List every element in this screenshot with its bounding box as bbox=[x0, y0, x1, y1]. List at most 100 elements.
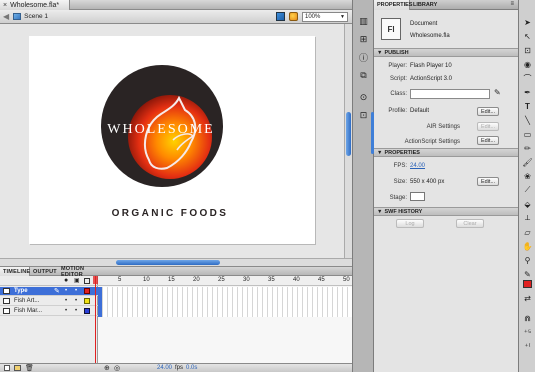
properties-section-header[interactable]: ▼ PROPERTIES bbox=[374, 148, 518, 157]
eraser-tool-icon[interactable]: ▱ bbox=[521, 226, 534, 238]
visibility-dot[interactable]: • bbox=[65, 308, 67, 314]
new-folder-icon[interactable] bbox=[14, 365, 21, 371]
tab-motion-editor[interactable]: MOTION EDITOR bbox=[58, 266, 106, 278]
keyframe[interactable] bbox=[98, 287, 102, 317]
info-icon[interactable]: ⓘ bbox=[358, 52, 369, 63]
scene-label[interactable]: Scene 1 bbox=[24, 13, 48, 20]
delete-layer-icon[interactable]: 🗑 bbox=[25, 364, 34, 372]
logo-tagline: ORGANIC FOODS bbox=[112, 208, 229, 219]
line-tool-icon[interactable]: ╲ bbox=[521, 114, 534, 126]
stage-color-swatch[interactable] bbox=[410, 192, 425, 201]
eyedropper-tool-icon[interactable]: ⟂ bbox=[521, 212, 534, 224]
horizontal-scroll-thumb[interactable] bbox=[116, 260, 220, 265]
fps-readout[interactable]: 24.00 bbox=[157, 365, 172, 371]
text-tool-icon[interactable]: T bbox=[521, 100, 534, 112]
stage[interactable]: WHOLESOME ORGANIC FOODS bbox=[29, 36, 315, 244]
class-input[interactable] bbox=[410, 89, 490, 99]
wholesome-logo[interactable]: WHOLESOME ORGANIC FOODS bbox=[29, 36, 315, 244]
vertical-scroll-thumb[interactable] bbox=[346, 112, 351, 156]
pen-tool-icon[interactable]: ✒ bbox=[521, 86, 534, 98]
playhead-marker[interactable] bbox=[93, 276, 98, 284]
panel-menu-icon[interactable]: ≡ bbox=[510, 1, 514, 7]
lock-icon[interactable]: ▣ bbox=[74, 277, 80, 284]
frame-cells[interactable] bbox=[98, 287, 352, 317]
pencil-icon[interactable]: ✎ bbox=[494, 88, 501, 97]
rectangle-tool-icon[interactable]: ▭ bbox=[521, 128, 534, 140]
lock-dot[interactable]: • bbox=[75, 298, 77, 304]
layer-color-swatch[interactable] bbox=[84, 308, 90, 314]
tab-properties[interactable]: PROPERTIES bbox=[374, 0, 412, 10]
back-arrow-icon[interactable]: ◀ bbox=[3, 12, 9, 21]
panel-icon-dock: ▥ ⊞ ⓘ ⧉ ⊙ ⊡ bbox=[352, 0, 374, 372]
tab-timeline[interactable]: TIMELINE bbox=[0, 267, 30, 276]
snap-to-objects-icon[interactable]: ⋒ bbox=[521, 312, 534, 324]
lock-dot[interactable]: • bbox=[75, 288, 77, 294]
frame-ruler[interactable]: 5101520253035404550556 bbox=[98, 276, 396, 286]
hand-tool-icon[interactable]: ✋ bbox=[521, 240, 534, 252]
new-layer-icon[interactable] bbox=[4, 365, 10, 371]
zoom-select[interactable]: 100% ▼ bbox=[302, 11, 348, 22]
subselection-tool-icon[interactable]: ↖ bbox=[521, 30, 534, 42]
fill-color-swatch[interactable] bbox=[523, 280, 532, 288]
stage-vertical-scrollbar[interactable] bbox=[344, 24, 352, 260]
color-swatches-icon[interactable]: ▥ bbox=[358, 16, 369, 27]
edit-scene-icon[interactable] bbox=[276, 12, 285, 21]
bone-tool-icon[interactable]: ⟋ bbox=[521, 184, 534, 196]
align-icon[interactable]: ⊞ bbox=[358, 34, 369, 45]
visibility-dot[interactable]: • bbox=[65, 288, 67, 294]
swf-history-section-header[interactable]: ▼ SWF HISTORY bbox=[374, 207, 518, 216]
properties-header-label: PROPERTIES bbox=[384, 149, 420, 156]
zoom-tool-icon[interactable]: ⚲ bbox=[521, 254, 534, 266]
tab-output[interactable]: OUTPUT bbox=[30, 267, 58, 276]
document-tab[interactable]: × Wholesome.fla* bbox=[0, 0, 70, 10]
components-icon[interactable]: ⊙ bbox=[358, 92, 369, 103]
eye-icon[interactable]: ● bbox=[64, 277, 68, 284]
layer-row[interactable]: Fish Mar... • • bbox=[0, 307, 98, 316]
transform-icon[interactable]: ⧉ bbox=[358, 70, 369, 81]
size-edit-button[interactable]: Edit... bbox=[477, 177, 499, 186]
fps-value[interactable]: 24.00 bbox=[410, 163, 425, 169]
document-tab-title: Wholesome.fla* bbox=[10, 1, 60, 9]
layer-row[interactable]: Type ✎ • • bbox=[0, 287, 98, 296]
deco-tool-icon[interactable]: ❀ bbox=[521, 170, 534, 182]
clear-button[interactable]: Clear bbox=[456, 219, 484, 228]
history-icon[interactable]: ⊡ bbox=[358, 110, 369, 121]
disclosure-triangle-icon[interactable]: ▼ bbox=[377, 50, 382, 56]
layer-color-swatch[interactable] bbox=[84, 298, 90, 304]
free-transform-tool-icon[interactable]: ⊡ bbox=[521, 44, 534, 56]
disclosure-triangle-icon[interactable]: ▼ bbox=[377, 209, 382, 215]
swap-colors-icon[interactable]: ⇄ bbox=[521, 292, 534, 304]
center-frame-icon[interactable]: ⊕ bbox=[104, 364, 110, 372]
lasso-tool-icon[interactable]: ⌒ bbox=[521, 72, 534, 84]
disclosure-triangle-icon[interactable]: ▼ bbox=[377, 150, 382, 156]
straighten-icon[interactable]: ⁺⁽ bbox=[521, 340, 534, 352]
selection-tool-icon[interactable]: ➤ bbox=[521, 16, 534, 28]
outline-icon[interactable] bbox=[84, 278, 90, 284]
layer-name[interactable]: Fish Art... bbox=[14, 298, 39, 304]
layer-name[interactable]: Fish Mar... bbox=[14, 308, 42, 314]
layer-color-swatch[interactable] bbox=[84, 288, 90, 294]
edit-symbols-icon[interactable] bbox=[289, 12, 298, 21]
stroke-color-icon[interactable]: ✎ bbox=[521, 268, 534, 280]
log-button[interactable]: Log bbox=[396, 219, 424, 228]
visibility-dot[interactable]: • bbox=[65, 298, 67, 304]
lock-dot[interactable]: • bbox=[75, 308, 77, 314]
time-readout[interactable]: 0.0s bbox=[186, 365, 197, 371]
stage-horizontal-scrollbar[interactable] bbox=[0, 258, 352, 266]
air-edit-button[interactable]: Edit... bbox=[477, 122, 499, 131]
frame-grid[interactable]: 5101520253035404550556 bbox=[93, 276, 396, 364]
paint-bucket-tool-icon[interactable]: ⬙ bbox=[521, 198, 534, 210]
brush-tool-icon[interactable]: 🖌 bbox=[521, 156, 534, 168]
profile-edit-button[interactable]: Edit... bbox=[477, 107, 499, 116]
tab-library[interactable]: LIBRARY bbox=[410, 0, 438, 10]
smooth-icon[interactable]: ⁺⁵ bbox=[521, 326, 534, 338]
layer-name[interactable]: Type bbox=[14, 288, 28, 294]
publish-section-header[interactable]: ▼ PUBLISH bbox=[374, 48, 518, 57]
close-tab-icon[interactable]: × bbox=[3, 2, 7, 9]
pencil-tool-icon[interactable]: ✏ bbox=[521, 142, 534, 154]
layer-row[interactable]: Fish Art... • • bbox=[0, 297, 98, 306]
actionscript-edit-button[interactable]: Edit... bbox=[477, 136, 499, 145]
3d-rotation-tool-icon[interactable]: ◉ bbox=[521, 58, 534, 70]
playhead[interactable] bbox=[95, 276, 96, 364]
onion-skin-icon[interactable]: ◎ bbox=[114, 364, 120, 372]
